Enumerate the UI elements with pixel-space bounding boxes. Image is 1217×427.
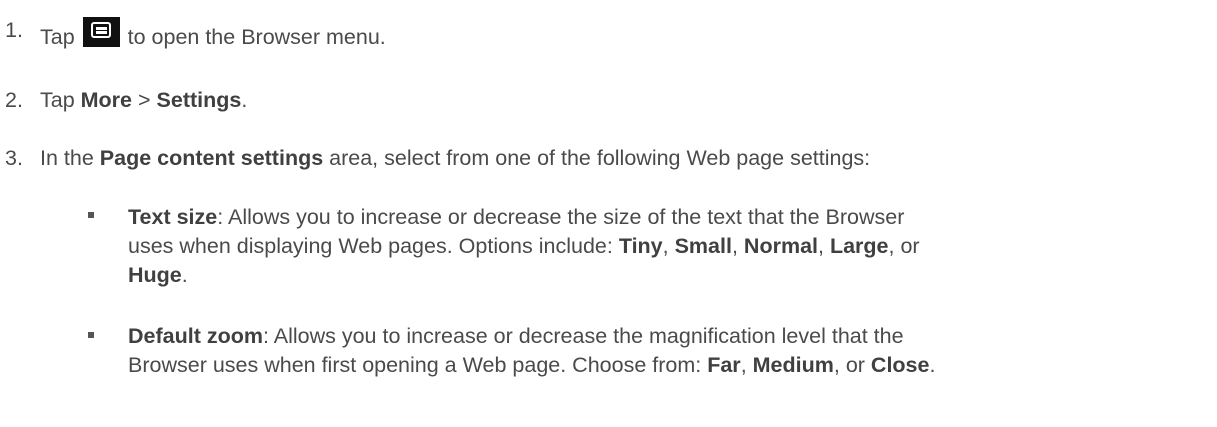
menu-icon (82, 17, 120, 47)
setting-title-default-zoom: Default zoom (128, 324, 263, 348)
step-number: 3. (5, 146, 23, 170)
bullet-default-zoom-line-1: Default zoom: Allows you to increase or … (128, 324, 904, 348)
bullet-text-size-line-3: Huge. (128, 263, 188, 287)
step-text: In the Page content settings area, selec… (40, 146, 871, 170)
bullet-default-zoom-line-2: Browser uses when first opening a Web pa… (128, 353, 936, 377)
step-number: 2. (5, 88, 23, 112)
bullet-marker (88, 212, 94, 218)
bullet-marker (88, 332, 94, 338)
bullet-text-size-line-2: uses when displaying Web pages. Options … (128, 234, 920, 258)
section-label-page-content-settings: Page content settings (99, 146, 324, 170)
step-text: Tap More > Settings. (40, 88, 248, 112)
bullet-text-size-line-1: Text size: Allows you to increase or dec… (128, 205, 905, 229)
step-text: Tap to open the Browser menu. (40, 17, 386, 50)
menu-label-settings: Settings (156, 88, 242, 112)
setting-title-text-size: Text size (128, 205, 218, 229)
step-number: 1. (5, 18, 23, 42)
menu-label-more: More (80, 88, 133, 112)
